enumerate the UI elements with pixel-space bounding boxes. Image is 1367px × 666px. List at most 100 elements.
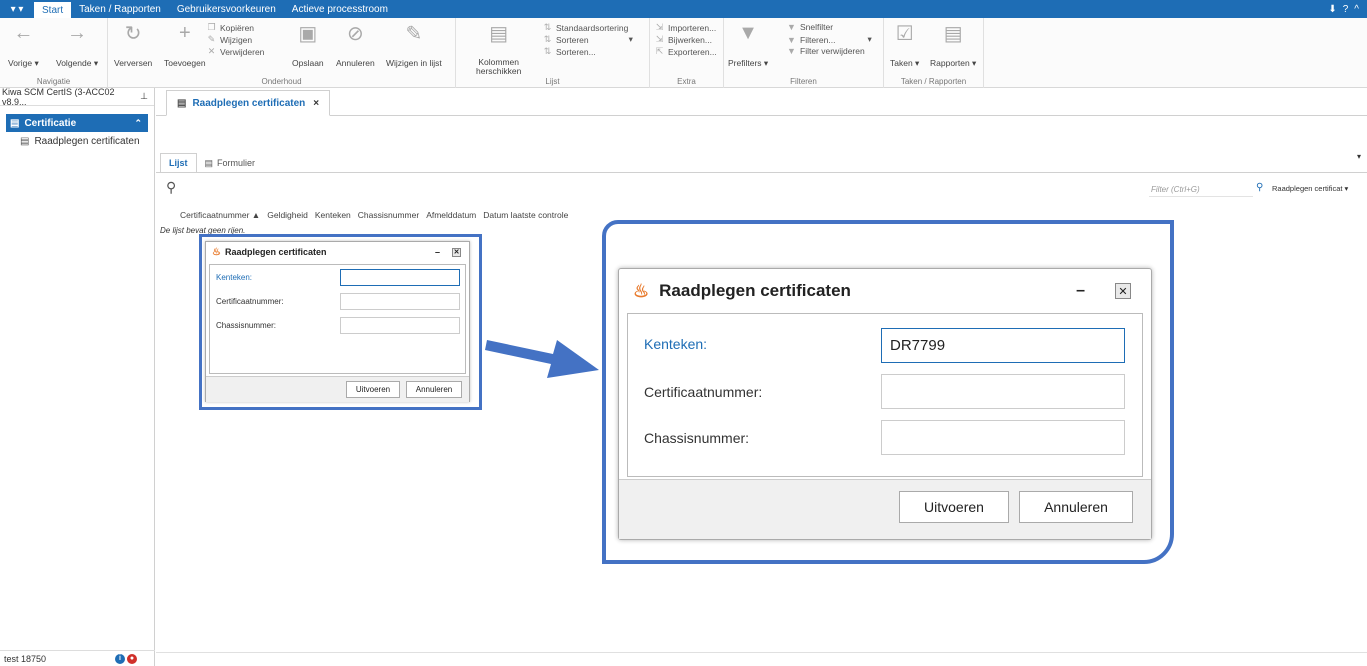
form-icon: ▤ <box>20 135 30 147</box>
certificaatnummer-input[interactable] <box>881 374 1125 409</box>
pencil-icon: ✎ <box>207 34 216 44</box>
chassisnummer-input[interactable] <box>881 420 1125 455</box>
bijwerken-button[interactable]: ⇲ Bijwerken... <box>654 34 712 45</box>
column-header-afmelddatum[interactable]: Afmelddatum <box>426 210 476 220</box>
tab-taken-rapporten[interactable]: Taken / Rapporten <box>71 0 169 18</box>
ribbon-group-label: Filteren <box>790 77 817 86</box>
filter-verwijderen-button[interactable]: ▼ Filter verwijderen <box>786 46 865 56</box>
ribbon-group-label: Taken / Rapporten <box>900 77 967 86</box>
importeren-button[interactable]: ⇲ Importeren... <box>654 22 716 33</box>
chevron-down-icon: ▾ <box>628 34 633 44</box>
sort-icon: ⇅ <box>543 22 552 32</box>
ribbon-group-lijst: ▤ Kolommen herschikken ⇅ Standaardsorteri… <box>456 18 650 88</box>
delete-icon: ✕ <box>207 46 216 56</box>
toevoegen-button[interactable]: + Toevoegen <box>164 21 206 69</box>
alert-icon[interactable]: ● <box>127 653 137 664</box>
sorteren-button[interactable]: ⇅ Sorteren ▾ <box>542 34 633 45</box>
chassisnummer-input[interactable] <box>340 317 460 334</box>
export-icon: ⇱ <box>655 46 664 56</box>
divider <box>156 172 1367 173</box>
ribbon-group-label: Onderhoud <box>261 77 302 86</box>
table-header: Certificaatnummer ▲ Geldigheid Kenteken … <box>180 210 568 220</box>
verwijderen-button[interactable]: ✕ Verwijderen <box>206 46 265 57</box>
tab-gebruikersvoorkeuren[interactable]: Gebruikersvoorkeuren <box>169 0 284 18</box>
taken-button[interactable]: ☑ Taken ▾ <box>890 22 919 69</box>
volgende-button[interactable]: → Volgende ▾ <box>56 22 98 69</box>
uitvoeren-button[interactable]: Uitvoeren <box>346 381 400 398</box>
close-tab-icon[interactable]: × <box>313 98 319 109</box>
filter-search-icon[interactable]: ⚲ <box>1256 182 1263 193</box>
kenteken-label: Kenteken: <box>216 273 253 282</box>
kenteken-input[interactable] <box>340 269 460 286</box>
collapse-icon[interactable]: ▾ <box>1357 152 1361 161</box>
exporteren-button[interactable]: ⇱ Exporteren... <box>654 46 717 57</box>
column-header-datum-laatste-controle[interactable]: Datum laatste controle <box>483 210 568 220</box>
help-icon[interactable]: ? <box>1343 4 1349 15</box>
ribbon-group-filteren: ▼ Prefilters ▾ ▼ Snelfilter ▼ Filteren... ▾… <box>724 18 884 88</box>
dialog-body: Kenteken: Certificaatnummer: Chassisnumm… <box>209 264 466 374</box>
form-icon: ▤ <box>204 157 214 168</box>
download-icon[interactable]: ⬇ <box>1328 4 1336 15</box>
uitvoeren-button[interactable]: Uitvoeren <box>899 491 1009 523</box>
tab-actieve-processtroom[interactable]: Actieve processtroom <box>284 0 396 18</box>
tab-formulier[interactable]: ▤ Formulier <box>197 153 264 173</box>
close-icon[interactable]: ✕ <box>452 247 461 257</box>
refresh-icon: ↻ <box>124 22 142 45</box>
filteren-button[interactable]: ▼ Filteren... ▾ <box>786 34 872 45</box>
close-icon[interactable]: ✕ <box>1115 283 1131 299</box>
menu-bar: ▾ ▾ Start Taken / Rapporten Gebruikersvo… <box>0 0 1367 18</box>
divider <box>156 652 1367 653</box>
filter-input[interactable]: Filter (Ctrl+G) <box>1149 183 1253 197</box>
sorteren-dialog-button[interactable]: ⇅ Sorteren... <box>542 46 596 57</box>
column-header-certificaatnummer[interactable]: Certificaatnummer ▲ <box>180 210 260 220</box>
kopieren-button[interactable]: ❐ Kopiëren <box>206 22 254 33</box>
snelfilter-button[interactable]: ▼ Snelfilter <box>786 22 833 32</box>
column-header-kenteken[interactable]: Kenteken <box>315 210 351 220</box>
verversen-button[interactable]: ↻ Verversen <box>114 22 152 69</box>
prefilters-button[interactable]: ▼ Prefilters ▾ <box>728 22 768 69</box>
annuleren-dialog-button[interactable]: Annuleren <box>406 381 462 398</box>
quick-access-button[interactable]: ▾ ▾ <box>0 0 34 18</box>
ribbon-group-label: Lijst <box>545 77 560 86</box>
status-user: test 18750 <box>4 653 47 664</box>
annuleren-button[interactable]: ⊘ Annuleren <box>336 22 375 69</box>
column-header-chassisnummer[interactable]: Chassisnummer <box>358 210 419 220</box>
navigation-panel: Kiwa SCM CertIS (3-ACC02 v8.9... ⊥ ▤ Cer… <box>0 87 155 666</box>
wijzigen-in-lijst-button[interactable]: ✎ Wijzigen in lijst <box>386 22 442 69</box>
info-icon[interactable]: i <box>115 653 125 664</box>
sidebar-item-raadplegen-certificaten[interactable]: ▤ Raadplegen certificaten <box>0 132 154 150</box>
sort-az-icon: ⇅ <box>543 34 552 44</box>
certificaatnummer-input[interactable] <box>340 293 460 310</box>
kolommen-herschikken-button[interactable]: ▤ Kolommen herschikken <box>476 22 521 76</box>
ribbon-group-navigatie: ← Vorige ▾ → Volgende ▾ Navigatie <box>0 18 108 88</box>
tab-lijst[interactable]: Lijst <box>160 153 197 173</box>
pin-icon[interactable]: ⊥ <box>140 91 148 102</box>
cancel-icon: ⊘ <box>346 22 364 45</box>
kenteken-input[interactable]: DR7799 <box>881 328 1125 363</box>
ribbon-group-taken-rapporten: ☑ Taken ▾ ▤ Rapporten ▾ Taken / Rapporte… <box>884 18 984 88</box>
standaardsortering-button[interactable]: ⇅ Standaardsortering <box>542 22 629 33</box>
certificaatnummer-label: Certificaatnummer: <box>644 384 763 400</box>
edit-list-icon: ✎ <box>405 22 423 45</box>
column-header-geldigheid[interactable]: Geldigheid <box>267 210 308 220</box>
copy-icon: ❐ <box>207 22 216 32</box>
opslaan-button[interactable]: ▣ Opslaan <box>292 22 324 69</box>
annuleren-dialog-button[interactable]: Annuleren <box>1019 491 1133 523</box>
search-icon[interactable]: ⚲ <box>166 179 176 196</box>
collapse-ribbon-icon[interactable]: ^ <box>1354 4 1359 15</box>
certificate-icon: ▤ <box>10 117 20 129</box>
rapporten-button[interactable]: ▤ Rapporten ▾ <box>930 22 976 69</box>
wijzigen-button[interactable]: ✎ Wijzigen <box>206 34 252 45</box>
filter-scope-select[interactable]: Raadplegen certificat ▾ <box>1272 184 1348 193</box>
vorige-button[interactable]: ← Vorige ▾ <box>8 22 39 69</box>
minimize-icon[interactable]: – <box>1076 282 1085 300</box>
plus-icon: + <box>178 21 191 44</box>
minimize-icon[interactable]: – <box>435 247 440 257</box>
tab-raadplegen-certificaten[interactable]: ▤ Raadplegen certificaten × <box>166 90 331 116</box>
ribbon-group-onderhoud: ↻ Verversen + Toevoegen ❐ Kopiëren ✎ Wijzi… <box>108 18 456 88</box>
ribbon-group-extra: ⇲ Importeren... ⇲ Bijwerken... ⇱ Exporteren… <box>650 18 724 88</box>
arrow-right-icon: → <box>67 21 88 44</box>
sort-dialog-icon: ⇅ <box>543 46 552 56</box>
tab-start[interactable]: Start <box>34 2 72 18</box>
sidebar-section-certificatie[interactable]: ▤ Certificatie ⌃ <box>6 114 148 132</box>
